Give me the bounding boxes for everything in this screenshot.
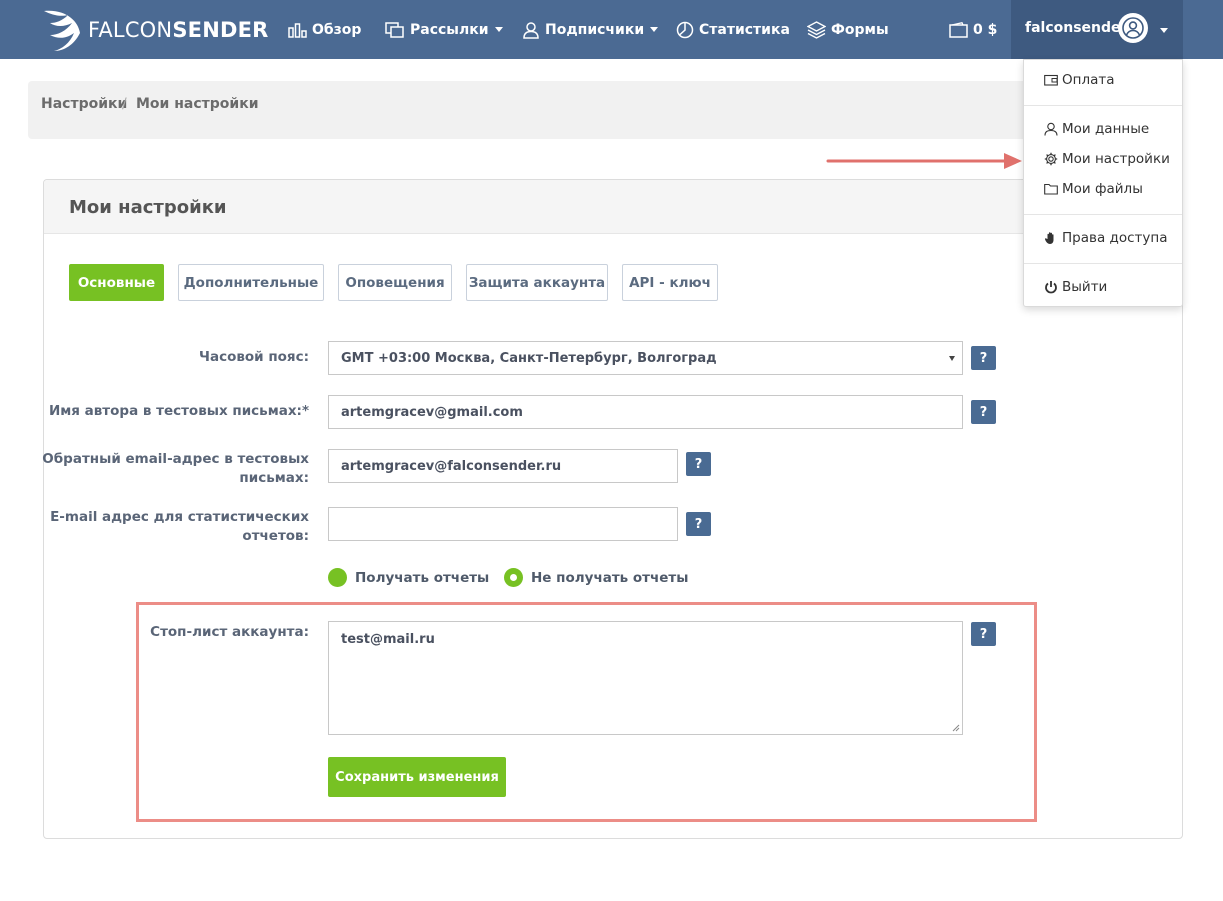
nav-subscribers-label: Подписчики bbox=[545, 21, 645, 38]
dropdown-item-label: Мои данные bbox=[1062, 121, 1150, 137]
author-input[interactable]: artemgracev@gmail.com bbox=[328, 395, 963, 429]
radio-receive-reports-label: Получать отчеты bbox=[355, 569, 490, 586]
chevron-down-icon bbox=[494, 27, 503, 32]
username: falconsender bbox=[1025, 20, 1128, 36]
avatar bbox=[1118, 13, 1148, 43]
gear-icon bbox=[1044, 152, 1058, 166]
nav-forms[interactable]: Формы bbox=[807, 0, 889, 59]
panel-header: Мои настройки bbox=[44, 180, 1182, 234]
wallet-icon bbox=[949, 21, 968, 38]
layers-icon bbox=[807, 20, 826, 39]
author-value: artemgracev@gmail.com bbox=[341, 404, 523, 420]
falcon-wing-icon bbox=[44, 10, 80, 51]
folder-icon bbox=[1044, 183, 1058, 195]
timezone-label: Часовой пояс: bbox=[199, 349, 309, 365]
breadcrumb-separator: / bbox=[122, 96, 127, 112]
user-dropdown-menu: Оплата Мои данные Мои настройки Мои файл… bbox=[1023, 59, 1183, 307]
dropdown-item-label: Мои настройки bbox=[1062, 151, 1170, 167]
nav-overview-label: Обзор bbox=[312, 21, 362, 38]
nav-forms-label: Формы bbox=[831, 21, 889, 38]
author-label: Имя автора в тестовых письмах:* bbox=[48, 403, 309, 419]
breadcrumb: Настройки / Мои настройки bbox=[28, 81, 1183, 139]
dropdown-item-label: Мои файлы bbox=[1062, 181, 1143, 197]
nav-subscribers[interactable]: Подписчики bbox=[522, 0, 659, 59]
user-menu-toggle[interactable]: falconsender bbox=[1011, 0, 1183, 59]
timezone-value: GMT +03:00 Москва, Санкт-Петербург, Волг… bbox=[341, 350, 717, 366]
nav-overview[interactable]: Обзор bbox=[288, 0, 361, 59]
copy-icon bbox=[385, 21, 404, 38]
radio-receive-reports[interactable]: Получать отчеты bbox=[328, 568, 489, 587]
timezone-help-button[interactable]: ? bbox=[971, 346, 996, 370]
author-help-button[interactable]: ? bbox=[971, 400, 996, 424]
dropdown-item-logout[interactable]: Выйти bbox=[1044, 279, 1107, 295]
balance-link[interactable]: 0 $ bbox=[949, 0, 997, 59]
tab-general[interactable]: Основные bbox=[69, 264, 164, 301]
nav-mailings[interactable]: Рассылки bbox=[385, 0, 503, 59]
logo-text: FALCONSENDER bbox=[88, 18, 269, 42]
reply-email-value: artemgracev@falconsender.ru bbox=[341, 458, 562, 474]
reply-email-label-line1: Обратный email-адрес в тестовых bbox=[42, 451, 309, 467]
stats-email-input[interactable] bbox=[328, 507, 678, 541]
tab-notifications[interactable]: Оповещения bbox=[338, 264, 452, 301]
dropdown-divider bbox=[1024, 263, 1182, 264]
wallet-icon bbox=[1044, 74, 1058, 86]
stats-email-label-line2: отчетов: bbox=[242, 528, 309, 544]
nav-statistics-label: Статистика bbox=[699, 21, 790, 38]
dropdown-item-my-settings[interactable]: Мои настройки bbox=[1044, 151, 1170, 167]
dropdown-item-label: Выйти bbox=[1062, 279, 1108, 295]
top-navbar: FALCONSENDER Обзор Рассылки Подписчики С… bbox=[0, 0, 1223, 59]
tab-api-key[interactable]: API - ключ bbox=[622, 264, 718, 301]
dropdown-divider bbox=[1024, 105, 1182, 106]
chevron-down-icon bbox=[650, 27, 659, 32]
highlight-box bbox=[136, 602, 1037, 822]
dropdown-item-access-rights[interactable]: Права доступа bbox=[1044, 230, 1167, 246]
user-icon bbox=[1044, 122, 1058, 136]
reply-email-input[interactable]: artemgracev@falconsender.ru bbox=[328, 449, 678, 483]
dropdown-item-my-data[interactable]: Мои данные bbox=[1044, 121, 1149, 137]
pie-chart-icon bbox=[676, 21, 694, 38]
logo-text-thin: FALCON bbox=[88, 18, 173, 42]
stats-email-help-button[interactable]: ? bbox=[686, 512, 711, 536]
stats-email-label-line1: E-mail адрес для статистических bbox=[50, 509, 309, 525]
user-icon bbox=[523, 21, 539, 39]
dropdown-item-label: Права доступа bbox=[1062, 230, 1168, 246]
nav-mailings-label: Рассылки bbox=[410, 21, 489, 38]
dropdown-item-my-files[interactable]: Мои файлы bbox=[1044, 181, 1143, 197]
dropdown-divider bbox=[1024, 214, 1182, 215]
chevron-down-icon bbox=[1160, 28, 1168, 33]
hand-icon bbox=[1044, 232, 1054, 244]
tab-additional[interactable]: Дополнительные bbox=[178, 264, 324, 301]
breadcrumb-item-my-settings: Мои настройки bbox=[136, 96, 259, 112]
bar-chart-icon bbox=[288, 22, 307, 38]
timezone-select[interactable]: GMT +03:00 Москва, Санкт-Петербург, Волг… bbox=[328, 341, 963, 375]
user-icon bbox=[1122, 17, 1144, 39]
dropdown-item-label: Оплата bbox=[1062, 72, 1115, 88]
balance-value: 0 $ bbox=[973, 21, 998, 38]
nav-statistics[interactable]: Статистика bbox=[676, 0, 790, 59]
power-icon bbox=[1045, 281, 1057, 294]
annotation-arrow-icon bbox=[826, 153, 1022, 169]
logo[interactable]: FALCONSENDER bbox=[42, 5, 268, 53]
page-title: Мои настройки bbox=[69, 197, 227, 218]
radio-dot bbox=[328, 568, 347, 587]
radio-no-reports-label: Не получать отчеты bbox=[531, 569, 689, 586]
logo-text-bold: SENDER bbox=[172, 18, 269, 42]
dropdown-item-payment[interactable]: Оплата bbox=[1044, 72, 1115, 88]
select-arrow-icon bbox=[949, 356, 955, 361]
tab-account-security[interactable]: Защита аккаунта bbox=[466, 264, 608, 301]
radio-no-reports[interactable]: Не получать отчеты bbox=[504, 568, 688, 587]
radio-dot-checked bbox=[504, 568, 523, 587]
reply-email-label-line2: письмах: bbox=[239, 470, 309, 486]
breadcrumb-item-settings[interactable]: Настройки bbox=[41, 96, 127, 112]
reply-email-help-button[interactable]: ? bbox=[686, 452, 711, 476]
